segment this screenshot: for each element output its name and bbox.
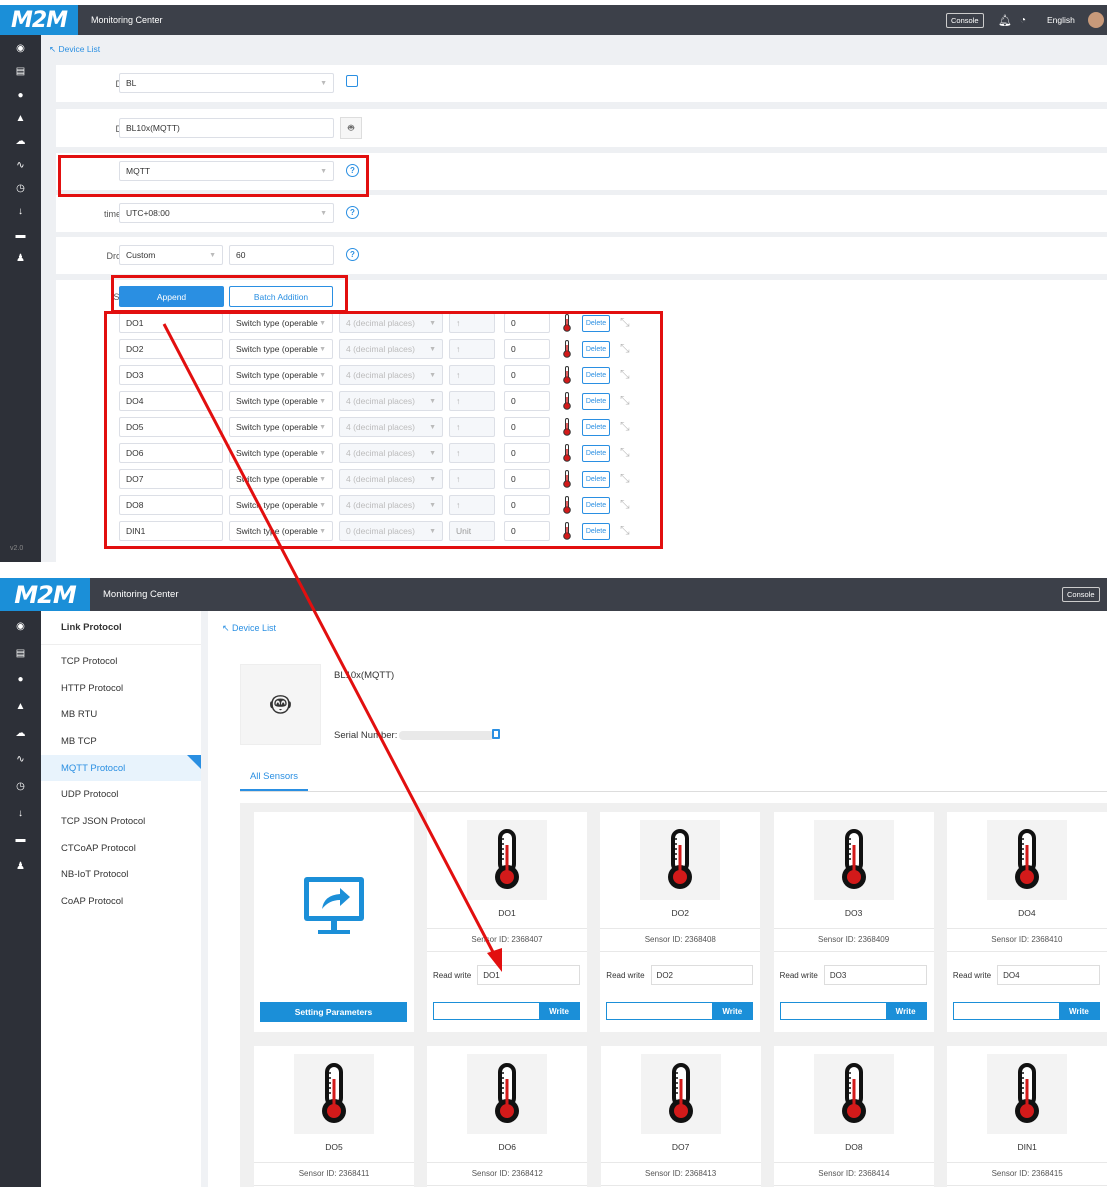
annotation-arrow [162,323,502,972]
